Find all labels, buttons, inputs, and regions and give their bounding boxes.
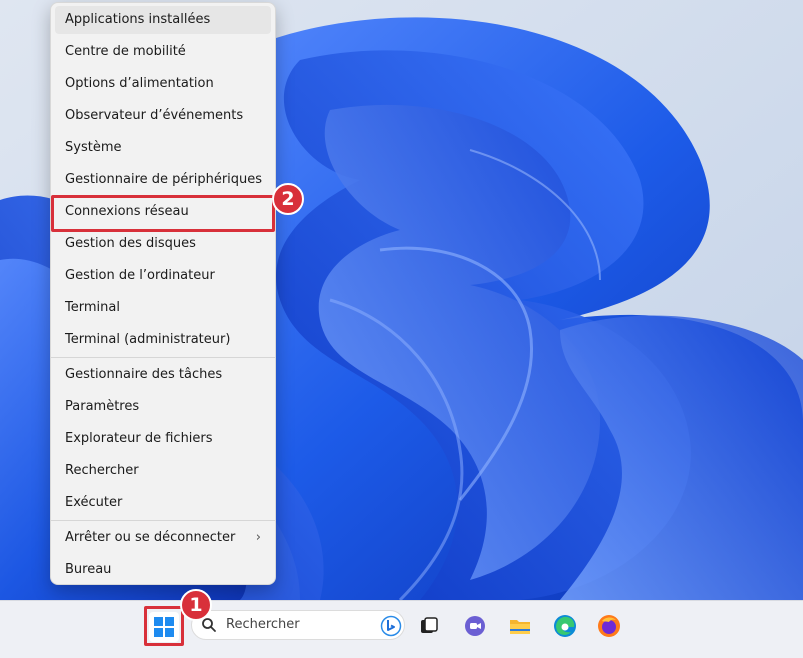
menu-item-terminal[interactable]: Terminal bbox=[55, 294, 271, 322]
menu-item-label: Options d’alimentation bbox=[65, 76, 214, 91]
menu-item-terminal-admin[interactable]: Terminal (administrateur) bbox=[55, 326, 271, 354]
menu-item-label: Gestion des disques bbox=[65, 236, 196, 251]
menu-item-disk-management[interactable]: Gestion des disques bbox=[55, 230, 271, 258]
step-badge-1: 1 bbox=[180, 589, 212, 621]
menu-item-run[interactable]: Exécuter bbox=[55, 489, 271, 517]
menu-item-label: Centre de mobilité bbox=[65, 44, 186, 59]
highlight-start-button bbox=[144, 606, 184, 646]
firefox-icon[interactable] bbox=[596, 613, 622, 639]
menu-item-label: Terminal (administrateur) bbox=[65, 332, 231, 347]
menu-item-mobility-center[interactable]: Centre de mobilité bbox=[55, 38, 271, 66]
menu-item-label: Gestionnaire de périphériques bbox=[65, 172, 263, 187]
file-explorer-icon[interactable] bbox=[508, 614, 532, 638]
menu-item-label: Explorateur de fichiers bbox=[65, 431, 213, 446]
menu-item-installed-apps[interactable]: Applications installées bbox=[55, 6, 271, 34]
menu-item-task-manager[interactable]: Gestionnaire des tâches bbox=[55, 361, 271, 389]
search-placeholder: Rechercher bbox=[226, 617, 300, 632]
menu-item-file-explorer[interactable]: Explorateur de fichiers bbox=[55, 425, 271, 453]
winx-context-menu: Applications installées Centre de mobili… bbox=[50, 2, 276, 585]
chevron-right-icon: › bbox=[255, 530, 261, 545]
bing-icon[interactable] bbox=[380, 615, 402, 637]
menu-item-label: Système bbox=[65, 140, 122, 155]
taskbar: Rechercher bbox=[0, 600, 803, 658]
menu-item-settings[interactable]: Paramètres bbox=[55, 393, 271, 421]
menu-item-label: Applications installées bbox=[65, 12, 211, 27]
menu-item-power-options[interactable]: Options d’alimentation bbox=[55, 70, 271, 98]
menu-item-search[interactable]: Rechercher bbox=[55, 457, 271, 485]
task-view-icon[interactable] bbox=[418, 615, 440, 637]
menu-item-label: Exécuter bbox=[65, 495, 123, 510]
menu-item-event-viewer[interactable]: Observateur d’événements bbox=[55, 102, 271, 130]
menu-separator bbox=[51, 520, 275, 521]
menu-item-system[interactable]: Système bbox=[55, 134, 271, 162]
menu-item-label: Paramètres bbox=[65, 399, 140, 414]
edge-icon[interactable] bbox=[552, 613, 578, 639]
menu-item-label: Rechercher bbox=[65, 463, 139, 478]
highlight-network-connections bbox=[51, 195, 275, 232]
menu-separator bbox=[51, 357, 275, 358]
menu-item-label: Arrêter ou se déconnecter bbox=[65, 530, 236, 545]
step-badge-2: 2 bbox=[272, 183, 304, 215]
menu-item-label: Gestionnaire des tâches bbox=[65, 367, 223, 382]
menu-item-computer-management[interactable]: Gestion de l’ordinateur bbox=[55, 262, 271, 290]
menu-item-desktop[interactable]: Bureau bbox=[55, 556, 271, 584]
taskbar-search-box[interactable]: Rechercher bbox=[191, 610, 405, 640]
menu-item-shutdown-signout[interactable]: Arrêter ou se déconnecter › bbox=[55, 524, 271, 552]
search-icon bbox=[202, 618, 216, 632]
teams-chat-icon[interactable] bbox=[463, 614, 487, 638]
menu-item-label: Terminal bbox=[65, 300, 120, 315]
menu-item-label: Observateur d’événements bbox=[65, 108, 244, 123]
menu-item-label: Gestion de l’ordinateur bbox=[65, 268, 215, 283]
menu-item-device-manager[interactable]: Gestionnaire de périphériques bbox=[55, 166, 271, 194]
menu-item-label: Bureau bbox=[65, 562, 112, 577]
